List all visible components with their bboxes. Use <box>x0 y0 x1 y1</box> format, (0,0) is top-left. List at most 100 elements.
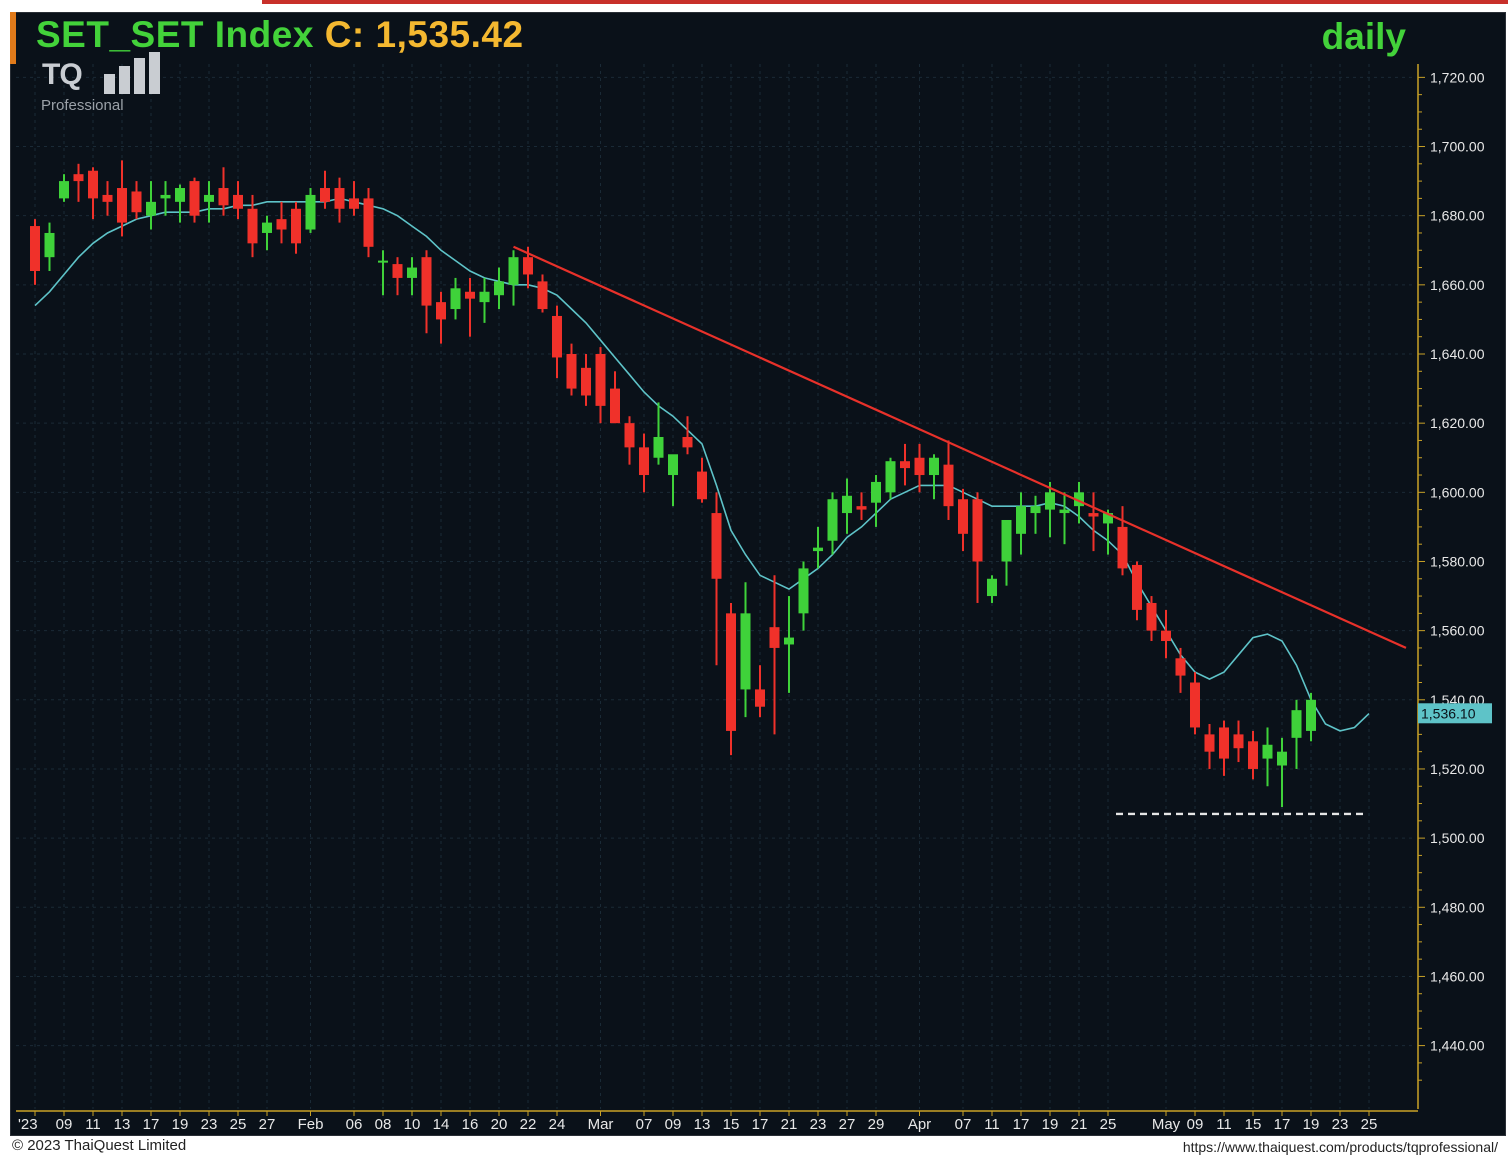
x-tick-label: 23 <box>201 1116 218 1133</box>
tq-logo: TQ Professional <box>40 52 170 116</box>
candle-55 <box>827 492 838 555</box>
x-tick-label: 15 <box>723 1116 740 1133</box>
candle-body <box>117 188 127 223</box>
candle-65 <box>972 492 983 603</box>
candle-7 <box>131 181 142 220</box>
x-tick-label: 27 <box>839 1116 856 1133</box>
candle-body <box>798 568 809 614</box>
candle-24 <box>378 250 388 296</box>
candle-60 <box>900 443 910 486</box>
x-tick-label: May <box>1152 1116 1181 1133</box>
candle-27 <box>421 250 432 334</box>
candle-21 <box>334 177 345 223</box>
candle-16 <box>262 215 272 251</box>
candle-26 <box>407 257 417 296</box>
candle-41 <box>624 416 635 465</box>
y-tick-label: 1,640.00 <box>1430 346 1485 362</box>
x-tick-label: 11 <box>85 1116 101 1133</box>
candle-body <box>581 367 591 396</box>
x-tick-label: 09 <box>665 1116 682 1133</box>
candle-85 <box>1262 727 1273 787</box>
x-tick-label: 06 <box>346 1116 363 1133</box>
x-tick-label: 15 <box>1245 1116 1262 1133</box>
candle-35 <box>537 274 548 313</box>
candle-32 <box>494 267 504 310</box>
candle-73 <box>1088 492 1099 552</box>
x-tick-label: 23 <box>810 1116 827 1133</box>
y-tick-label: 1,580.00 <box>1430 553 1485 569</box>
x-tick-label: 08 <box>375 1116 392 1133</box>
x-tick-label: 13 <box>114 1116 131 1133</box>
candle-body <box>160 194 171 199</box>
candle-54 <box>813 526 823 569</box>
y-tick-label: 1,480.00 <box>1430 899 1485 915</box>
candle-body <box>363 198 374 247</box>
candle-body <box>218 188 229 206</box>
candle-body <box>175 188 185 202</box>
candle-47 <box>711 492 722 666</box>
candle-18 <box>291 201 301 254</box>
candle-76 <box>1132 561 1142 621</box>
x-tick-label: 19 <box>1303 1116 1320 1133</box>
candle-body <box>943 464 954 507</box>
x-tick-label: 17 <box>1274 1116 1291 1133</box>
candle-body <box>233 194 243 209</box>
candle-body <box>421 257 432 306</box>
candle-body <box>755 689 765 707</box>
x-tick-label: 19 <box>172 1116 189 1133</box>
candle-body <box>624 423 635 448</box>
candle-body <box>813 547 823 552</box>
product-url[interactable]: https://www.thaiquest.com/products/tqpro… <box>1183 1139 1498 1155</box>
period-label[interactable]: daily <box>1322 16 1406 58</box>
candle-82 <box>1219 720 1229 776</box>
candle-body <box>740 613 751 690</box>
y-tick-label: 1,720.00 <box>1430 69 1485 85</box>
candle-63 <box>943 440 954 520</box>
chart-title: SET_SET Index C: 1,535.42 <box>36 14 524 56</box>
candle-45 <box>682 416 693 455</box>
candle-36 <box>552 305 562 379</box>
candle-80 <box>1190 672 1200 735</box>
candle-25 <box>392 257 403 296</box>
candle-body <box>711 513 722 579</box>
close-price-label: C: 1,535.42 <box>324 14 524 55</box>
candle-77 <box>1146 596 1157 642</box>
candle-body <box>1190 682 1200 728</box>
x-tick-label: 17 <box>143 1116 160 1133</box>
candle-9 <box>160 181 171 216</box>
x-tick-label: Feb <box>298 1116 324 1133</box>
candle-body <box>842 495 852 514</box>
candle-83 <box>1233 720 1244 763</box>
y-tick-label: 1,600.00 <box>1430 484 1485 500</box>
candle-body <box>1059 509 1070 514</box>
x-tick-label: 21 <box>1071 1116 1088 1133</box>
candle-body <box>827 499 838 541</box>
candle-body <box>552 315 562 358</box>
bar-chart-logo-icon <box>104 52 160 94</box>
candle-30 <box>465 277 475 337</box>
chart-window: 1,440.00 1,460.00 1,480.00 1,500.00 1,520.00… <box>0 0 1508 1162</box>
candle-body <box>871 481 881 503</box>
candle-body <box>189 181 200 216</box>
x-tick-label: 17 <box>752 1116 769 1133</box>
candle-2 <box>59 174 69 202</box>
candle-51 <box>769 575 780 735</box>
candle-body <box>407 267 417 278</box>
candle-56 <box>842 478 852 534</box>
x-tick-label: 21 <box>781 1116 798 1133</box>
candle-20 <box>320 170 330 209</box>
candle-body <box>392 264 403 278</box>
candle-78 <box>1161 609 1171 659</box>
candle-body <box>668 454 678 476</box>
candle-53 <box>798 561 809 631</box>
candle-75 <box>1117 506 1128 576</box>
x-tick-label: 07 <box>955 1116 972 1133</box>
candle-body <box>697 471 707 500</box>
x-tick-label: 09 <box>1187 1116 1204 1133</box>
candlestick-chart[interactable]: 1,440.00 1,460.00 1,480.00 1,500.00 1,520.00… <box>0 0 1508 1162</box>
candle-body <box>44 232 55 258</box>
candle-23 <box>363 188 374 258</box>
candle-29 <box>450 277 461 320</box>
candle-33 <box>508 250 519 306</box>
candle-body <box>784 637 794 645</box>
